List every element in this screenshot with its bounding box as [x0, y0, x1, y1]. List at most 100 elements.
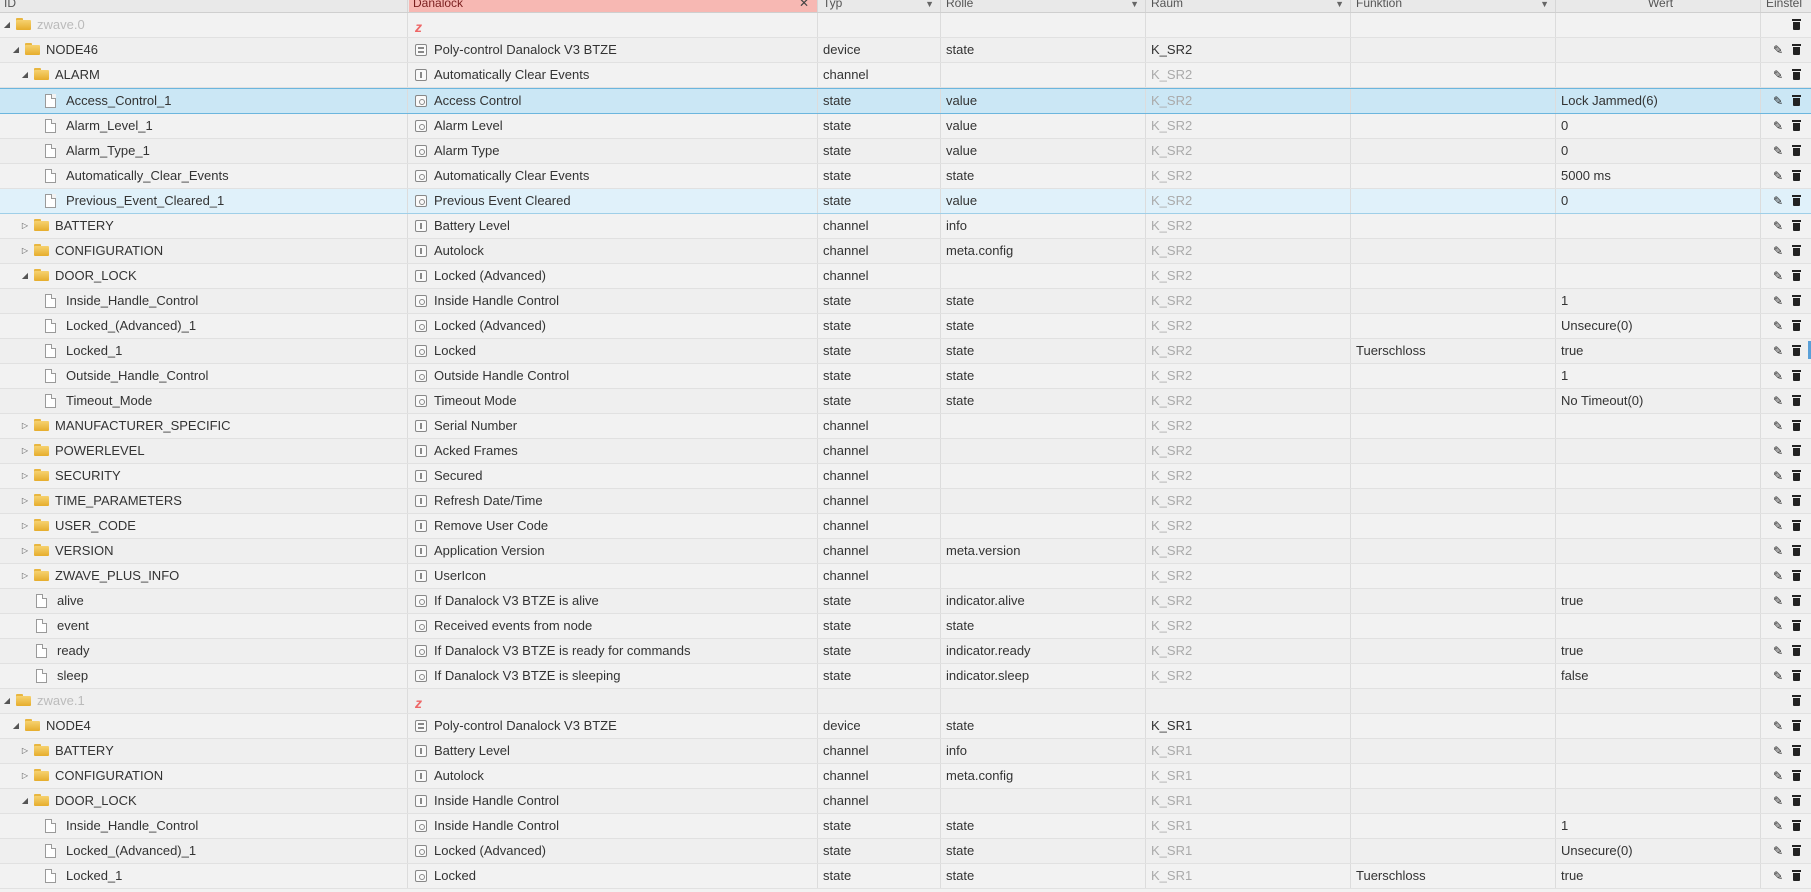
delete-icon[interactable]	[1789, 518, 1805, 534]
table-row[interactable]: Timeout_Mode Timeout Mode state state K_SR2 N…	[0, 389, 1811, 414]
edit-icon[interactable]: ✎	[1770, 418, 1786, 434]
edit-icon[interactable]: ✎	[1770, 593, 1786, 609]
object-id[interactable]: alive	[57, 589, 84, 613]
delete-icon[interactable]	[1789, 293, 1805, 309]
value-cell[interactable]	[1557, 614, 1761, 638]
expand-toggle-icon[interactable]: ▷	[19, 414, 31, 438]
object-id[interactable]: Inside_Handle_Control	[66, 289, 198, 313]
table-row[interactable]: ▷ CONFIGURATION Autolock channel meta.config…	[0, 764, 1811, 789]
expand-toggle-icon[interactable]: ▷	[19, 239, 31, 263]
object-id[interactable]: zwave.1	[37, 689, 85, 713]
expand-toggle-icon[interactable]: ▷	[19, 464, 31, 488]
object-id[interactable]: Locked_1	[66, 339, 122, 363]
clear-filter-icon[interactable]: ✕	[799, 0, 809, 12]
table-row[interactable]: ▷ SECURITY Secured channel K_SR2 ✎	[0, 464, 1811, 489]
object-id[interactable]: ready	[57, 639, 90, 663]
room-filter-select[interactable]: Raum ▼	[1147, 0, 1351, 12]
delete-icon[interactable]	[1789, 143, 1805, 159]
value-cell[interactable]: 5000 ms	[1557, 164, 1761, 188]
object-id[interactable]: Automatically_Clear_Events	[66, 164, 229, 188]
role-filter-select[interactable]: Rolle ▼	[942, 0, 1146, 12]
edit-icon[interactable]: ✎	[1770, 67, 1786, 83]
object-id[interactable]: CONFIGURATION	[55, 239, 163, 263]
edit-icon[interactable]: ✎	[1770, 743, 1786, 759]
object-id[interactable]: zwave.0	[37, 13, 85, 37]
delete-icon[interactable]	[1789, 243, 1805, 259]
value-cell[interactable]: 0	[1557, 139, 1761, 163]
value-cell[interactable]: 0	[1557, 114, 1761, 138]
collapse-toggle-icon[interactable]: ◢	[19, 63, 31, 87]
delete-icon[interactable]	[1789, 42, 1805, 58]
edit-icon[interactable]: ✎	[1770, 293, 1786, 309]
delete-icon[interactable]	[1789, 343, 1805, 359]
table-row[interactable]: ▷ VERSION Application Version channel meta.v…	[0, 539, 1811, 564]
collapse-toggle-icon[interactable]: ◢	[19, 789, 31, 813]
table-row[interactable]: Alarm_Type_1 Alarm Type state value K_SR2 0 ✎	[0, 139, 1811, 164]
edit-icon[interactable]: ✎	[1770, 818, 1786, 834]
value-cell[interactable]: Unsecure(0)	[1557, 839, 1761, 863]
edit-icon[interactable]: ✎	[1770, 443, 1786, 459]
delete-icon[interactable]	[1789, 218, 1805, 234]
object-id[interactable]: CONFIGURATION	[55, 764, 163, 788]
delete-icon[interactable]	[1789, 368, 1805, 384]
edit-icon[interactable]: ✎	[1770, 168, 1786, 184]
object-id[interactable]: Timeout_Mode	[66, 389, 152, 413]
delete-icon[interactable]	[1789, 843, 1805, 859]
collapse-toggle-icon[interactable]: ◢	[10, 38, 22, 62]
delete-icon[interactable]	[1789, 643, 1805, 659]
object-id[interactable]: NODE4	[46, 714, 91, 738]
object-id[interactable]: Locked_1	[66, 864, 122, 888]
expand-toggle-icon[interactable]: ▷	[19, 539, 31, 563]
edit-icon[interactable]: ✎	[1770, 793, 1786, 809]
object-id[interactable]: Alarm_Level_1	[66, 114, 153, 138]
table-row[interactable]: ready If Danalock V3 BTZE is ready for co…	[0, 639, 1811, 664]
object-id[interactable]: DOOR_LOCK	[55, 264, 137, 288]
edit-icon[interactable]: ✎	[1770, 368, 1786, 384]
object-id[interactable]: BATTERY	[55, 739, 114, 763]
table-row[interactable]: ◢ DOOR_LOCK Inside Handle Control channel K_…	[0, 789, 1811, 814]
value-cell[interactable]: 0	[1557, 189, 1761, 213]
object-id[interactable]: MANUFACTURER_SPECIFIC	[55, 414, 231, 438]
table-row[interactable]: ▷ POWERLEVEL Acked Frames channel K_SR2 ✎	[0, 439, 1811, 464]
edit-icon[interactable]: ✎	[1770, 343, 1786, 359]
table-row[interactable]: ◢ NODE4 Poly-control Danalock V3 BTZE devic…	[0, 714, 1811, 739]
value-cell[interactable]: true	[1557, 864, 1761, 888]
delete-icon[interactable]	[1789, 268, 1805, 284]
object-id[interactable]: event	[57, 614, 89, 638]
object-id[interactable]: ALARM	[55, 63, 100, 87]
column-header-value[interactable]: Wert	[1557, 0, 1761, 12]
collapse-toggle-icon[interactable]: ◢	[19, 264, 31, 288]
edit-icon[interactable]: ✎	[1770, 643, 1786, 659]
table-row[interactable]: ◢ zwave.0 z	[0, 13, 1811, 38]
function-filter-select[interactable]: Funktion ▼	[1352, 0, 1556, 12]
table-row[interactable]: ◢ zwave.1 z	[0, 689, 1811, 714]
expand-toggle-icon[interactable]: ▷	[19, 739, 31, 763]
table-row[interactable]: Locked_(Advanced)_1 Locked (Advanced) stat…	[0, 314, 1811, 339]
value-cell[interactable]: 1	[1557, 364, 1761, 388]
object-id[interactable]: Locked_(Advanced)_1	[66, 314, 196, 338]
edit-icon[interactable]: ✎	[1770, 143, 1786, 159]
table-row[interactable]: ▷ CONFIGURATION Autolock channel meta.config…	[0, 239, 1811, 264]
table-row[interactable]: Outside_Handle_Control Outside Handle Con…	[0, 364, 1811, 389]
edit-icon[interactable]: ✎	[1770, 268, 1786, 284]
edit-icon[interactable]: ✎	[1770, 718, 1786, 734]
delete-icon[interactable]	[1789, 818, 1805, 834]
object-id[interactable]: Previous_Event_Cleared_1	[66, 189, 224, 213]
table-row[interactable]: event Received events from node state state…	[0, 614, 1811, 639]
value-cell[interactable]: Unsecure(0)	[1557, 314, 1761, 338]
edit-icon[interactable]: ✎	[1770, 518, 1786, 534]
edit-icon[interactable]: ✎	[1770, 42, 1786, 58]
table-row[interactable]: Access_Control_1 Access Control state value…	[0, 88, 1811, 114]
delete-icon[interactable]	[1789, 618, 1805, 634]
object-id[interactable]: Locked_(Advanced)_1	[66, 839, 196, 863]
table-row[interactable]: Inside_Handle_Control Inside Handle Contr…	[0, 289, 1811, 314]
value-cell[interactable]: 1	[1557, 814, 1761, 838]
delete-icon[interactable]	[1789, 868, 1805, 884]
expand-toggle-icon[interactable]: ▷	[19, 214, 31, 238]
edit-icon[interactable]: ✎	[1770, 768, 1786, 784]
delete-icon[interactable]	[1789, 793, 1805, 809]
expand-toggle-icon[interactable]: ▷	[19, 439, 31, 463]
collapse-toggle-icon[interactable]: ◢	[1, 13, 13, 37]
table-row[interactable]: Locked_1 Locked state state K_SR2 Tuerschloss…	[0, 339, 1811, 364]
table-row[interactable]: ◢ NODE46 Poly-control Danalock V3 BTZE devi…	[0, 38, 1811, 63]
